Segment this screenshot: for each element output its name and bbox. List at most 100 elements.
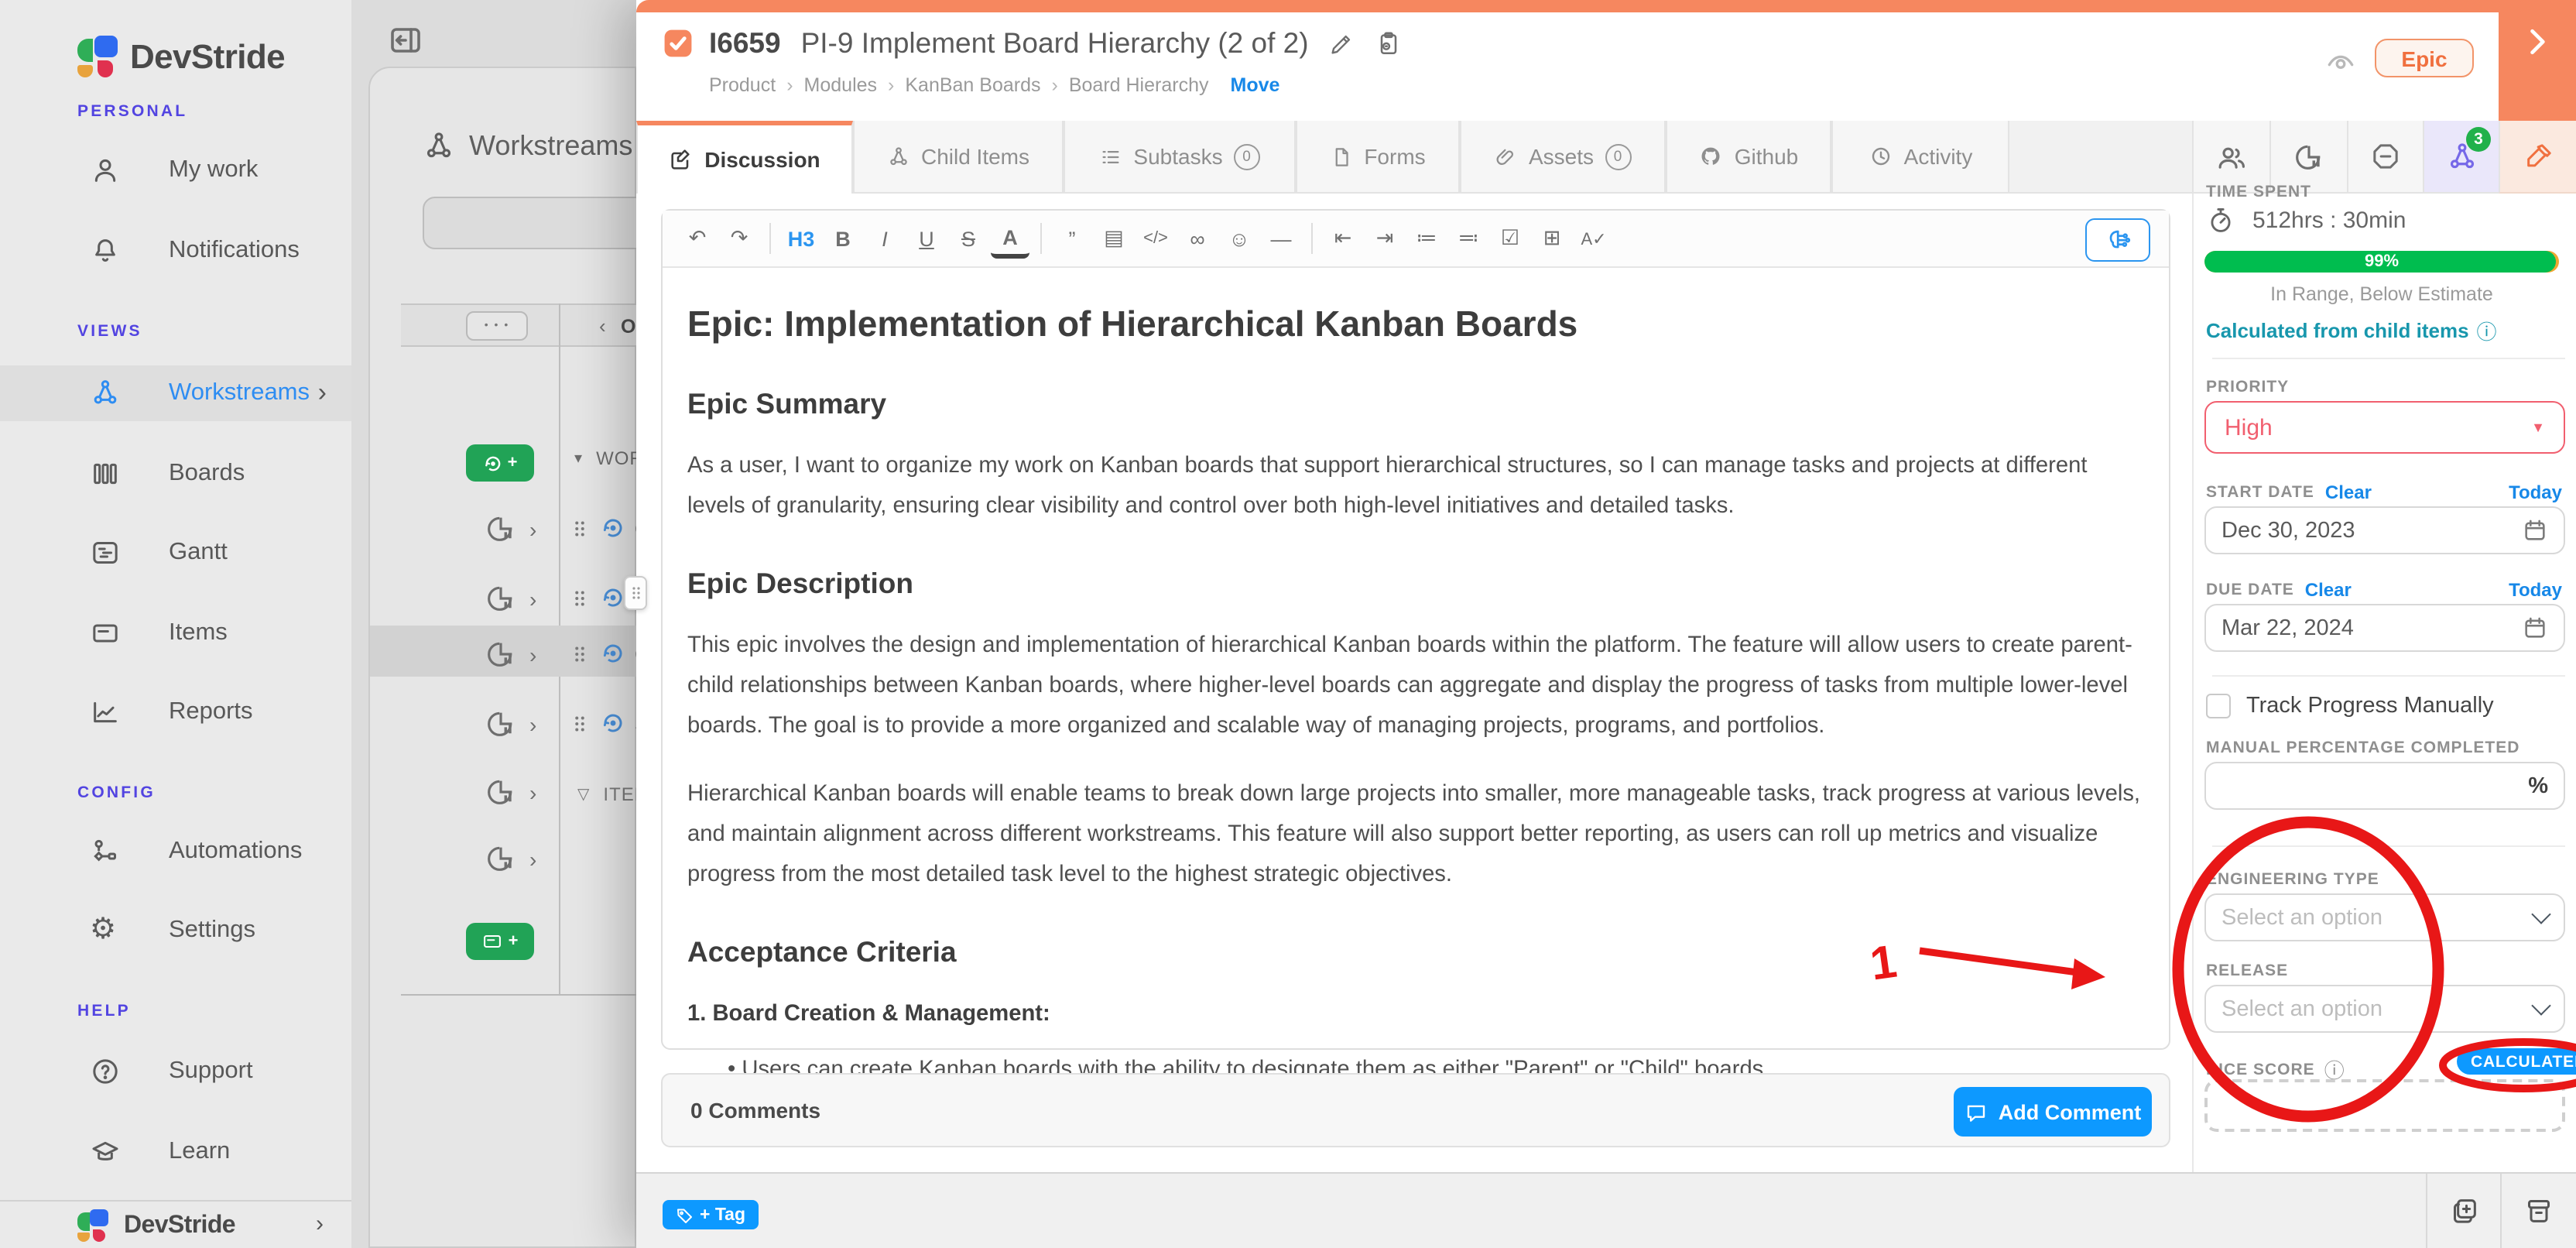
text-color-button[interactable]: A: [991, 222, 1029, 258]
checklist-button[interactable]: ☑: [1491, 220, 1530, 257]
strikethrough-button[interactable]: S: [949, 220, 988, 257]
archive-item-button[interactable]: [2500, 1174, 2576, 1248]
sidebar-item-gantt[interactable]: Gantt: [0, 525, 351, 581]
spellcheck-button[interactable]: A✓: [1574, 220, 1613, 257]
bold-button[interactable]: B: [824, 220, 862, 257]
redo-button[interactable]: ↷: [720, 220, 759, 257]
due-date-input[interactable]: Mar 22, 2024: [2204, 604, 2565, 652]
chevron-right-icon[interactable]: ›: [316, 1211, 324, 1237]
undo-button[interactable]: ↶: [678, 220, 717, 257]
indent-button[interactable]: ⇥: [1365, 220, 1404, 257]
sidebar-item-my-work[interactable]: My work: [0, 142, 351, 198]
add-tag-button[interactable]: + Tag: [663, 1200, 758, 1229]
workstream-row-selected[interactable]: C: [568, 641, 636, 666]
code-block-button[interactable]: ▤: [1094, 220, 1133, 257]
tab-assets[interactable]: Assets 0: [1460, 121, 1666, 194]
inline-code-button[interactable]: </>: [1136, 220, 1175, 257]
duplicate-item-button[interactable]: [2426, 1174, 2500, 1248]
release-select[interactable]: Select an option: [2204, 985, 2565, 1033]
drag-handle-icon[interactable]: [568, 711, 591, 735]
tab-activity[interactable]: Activity: [1831, 121, 2009, 194]
heading3-button[interactable]: H3: [782, 220, 820, 257]
breadcrumb-item[interactable]: Product: [709, 74, 776, 96]
side-panel-toggle[interactable]: [2499, 0, 2576, 124]
progress-cell[interactable]: ›: [485, 513, 536, 545]
breadcrumb-item[interactable]: KanBan Boards: [905, 74, 1040, 96]
calculated-from-child-items-link[interactable]: Calculated from child items ⓘ: [2206, 316, 2497, 345]
collapse-column-icon[interactable]: ‹: [599, 314, 606, 338]
tab-forms[interactable]: Forms: [1296, 121, 1460, 194]
edit-title-icon[interactable]: [1329, 30, 1355, 57]
sidebar-item-notifications[interactable]: Notifications: [0, 223, 351, 279]
drag-handle-icon[interactable]: [568, 642, 591, 665]
underline-button[interactable]: U: [907, 220, 946, 257]
add-item-button[interactable]: +: [466, 923, 534, 960]
sidebar-item-learn[interactable]: Learn: [0, 1124, 351, 1180]
collapse-sidebar-icon[interactable]: [387, 22, 424, 59]
document-body[interactable]: Epic: Implementation of Hierarchical Kan…: [687, 285, 2149, 1090]
progress-cell[interactable]: ›: [485, 638, 536, 670]
workstream-row[interactable]: S: [568, 711, 636, 735]
items-section-row[interactable]: ▽ ITEM: [577, 783, 636, 805]
workstream-row[interactable]: C: [568, 516, 636, 540]
calendar-icon[interactable]: [2522, 517, 2548, 543]
workstreams-search-input[interactable]: [423, 197, 636, 249]
panel-resize-handle[interactable]: [624, 576, 647, 610]
item-type-badge[interactable]: Epic: [2375, 39, 2474, 77]
start-date-input[interactable]: Dec 30, 2023: [2204, 506, 2565, 554]
sidebar-item-settings[interactable]: ⚙ Settings: [0, 903, 351, 958]
sidebar-footer[interactable]: DevStride ›: [0, 1200, 351, 1248]
breadcrumb-item[interactable]: Modules: [804, 74, 878, 96]
caret-down-icon[interactable]: ▾: [574, 450, 582, 467]
blockquote-button[interactable]: ”: [1053, 220, 1091, 257]
column-header[interactable]: Onb: [621, 316, 636, 338]
sidebar-item-workstreams[interactable]: Workstreams ›: [0, 365, 351, 421]
start-date-clear-link[interactable]: Clear: [2325, 482, 2372, 503]
tab-subtasks[interactable]: Subtasks 0: [1064, 121, 1296, 194]
item-title[interactable]: PI-9 Implement Board Hierarchy (2 of 2): [801, 26, 1309, 60]
move-link[interactable]: Move: [1231, 74, 1280, 96]
due-date-today-link[interactable]: Today: [2509, 579, 2562, 601]
eyedropper-tab[interactable]: [2499, 121, 2576, 194]
emoji-button[interactable]: ☺: [1220, 220, 1259, 257]
sidebar-item-boards[interactable]: Boards: [0, 446, 351, 502]
table-button[interactable]: ⊞: [1533, 220, 1571, 257]
track-progress-checkbox[interactable]: [2206, 694, 2231, 718]
progress-cell[interactable]: ›: [485, 776, 536, 808]
add-sprint-button[interactable]: +: [466, 444, 534, 482]
rice-score-field[interactable]: [2204, 1079, 2565, 1132]
bullet-list-button[interactable]: ≕: [1449, 220, 1488, 257]
progress-cell[interactable]: ›: [485, 842, 536, 875]
drag-handle-icon[interactable]: [568, 516, 591, 540]
italic-button[interactable]: I: [865, 220, 904, 257]
row-options-button[interactable]: • • •: [466, 311, 528, 341]
tab-discussion[interactable]: Discussion: [636, 121, 853, 194]
ordered-list-button[interactable]: ≔: [1407, 220, 1446, 257]
ai-assistant-button[interactable]: [2085, 218, 2150, 262]
horizontal-rule-button[interactable]: —: [1262, 220, 1300, 257]
add-comment-button[interactable]: Add Comment: [1954, 1087, 2152, 1137]
tab-github[interactable]: Github: [1666, 121, 1831, 194]
progress-cell[interactable]: ›: [485, 582, 536, 615]
chevron-right-icon[interactable]: ›: [318, 378, 327, 409]
sidebar-item-items[interactable]: Items: [0, 605, 351, 661]
calendar-icon[interactable]: [2522, 615, 2548, 641]
manual-percentage-input[interactable]: %: [2204, 762, 2565, 810]
copy-link-icon[interactable]: [1375, 29, 1403, 57]
start-date-today-link[interactable]: Today: [2509, 482, 2562, 503]
sidebar-item-automations[interactable]: Automations: [0, 824, 351, 879]
sidebar-item-support[interactable]: Support: [0, 1044, 351, 1099]
link-button[interactable]: ∞: [1178, 220, 1217, 257]
priority-select[interactable]: High ▼: [2204, 401, 2565, 454]
progress-cell[interactable]: ›: [485, 708, 536, 740]
blockers-tab[interactable]: [2347, 121, 2423, 194]
caret-down-outline-icon[interactable]: ▽: [577, 786, 589, 803]
sidebar-item-reports[interactable]: Reports: [0, 684, 351, 740]
breadcrumb-item[interactable]: Board Hierarchy: [1069, 74, 1209, 96]
due-date-clear-link[interactable]: Clear: [2305, 579, 2352, 601]
workstream-group-row[interactable]: ▾ WOR: [574, 447, 636, 469]
info-icon[interactable]: ⓘ: [2477, 316, 2497, 345]
engineering-type-select[interactable]: Select an option: [2204, 893, 2565, 941]
hierarchy-tab-active[interactable]: 3: [2423, 121, 2499, 194]
watch-eye-icon[interactable]: [2324, 45, 2358, 79]
